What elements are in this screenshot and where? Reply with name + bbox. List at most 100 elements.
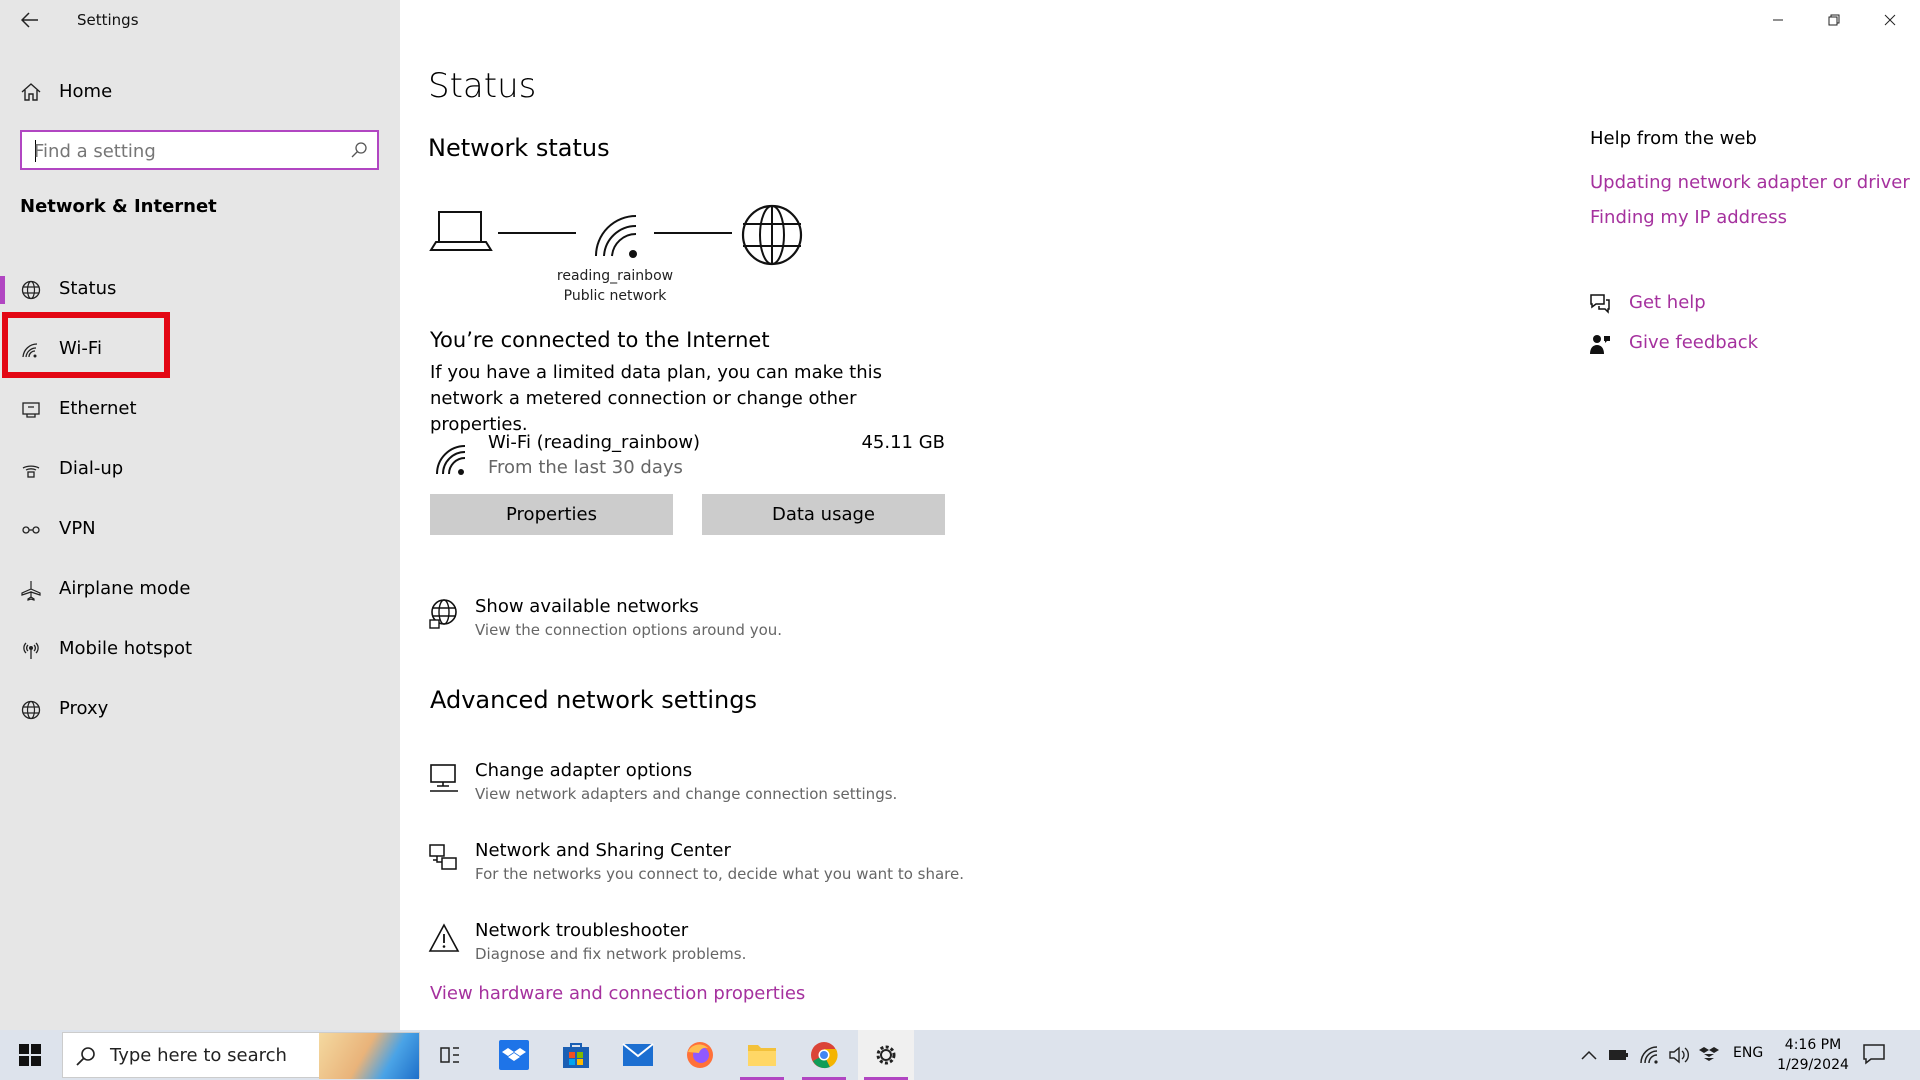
sidebar-item-label: Mobile hotspot bbox=[59, 638, 193, 659]
sidebar-item-label: Airplane mode bbox=[59, 578, 191, 599]
data-usage-button[interactable]: Data usage bbox=[702, 494, 945, 535]
volume-icon bbox=[1669, 1046, 1689, 1064]
sidebar-item-label: Dial-up bbox=[59, 458, 124, 479]
globe-icon bbox=[21, 700, 41, 720]
search-icon bbox=[76, 1047, 95, 1066]
language-indicator[interactable]: ENG bbox=[1733, 1045, 1763, 1061]
wifi-icon bbox=[436, 445, 466, 475]
clock-time: 4:16 PM bbox=[1784, 1037, 1842, 1053]
taskbar-store[interactable] bbox=[548, 1030, 604, 1080]
taskbar-firefox[interactable] bbox=[672, 1030, 728, 1080]
network-status-header: Network status bbox=[428, 134, 610, 162]
section-header: Network & Internet bbox=[20, 196, 217, 217]
sidebar-item-vpn[interactable]: VPN bbox=[0, 500, 400, 560]
search-highlight-illustration bbox=[319, 1033, 419, 1079]
properties-button[interactable]: Properties bbox=[430, 494, 673, 535]
globe-icon bbox=[21, 280, 41, 300]
taskbar-mail[interactable] bbox=[610, 1030, 666, 1080]
help-link-updating-adapter[interactable]: Updating network adapter or driver bbox=[1590, 172, 1910, 193]
taskbar-chrome[interactable] bbox=[796, 1030, 852, 1080]
taskbar-search[interactable]: Type here to search bbox=[62, 1032, 420, 1079]
tray-battery[interactable] bbox=[1607, 1043, 1631, 1067]
back-button[interactable] bbox=[14, 6, 46, 34]
settings-search-box[interactable] bbox=[20, 130, 379, 170]
option-description: View the connection options around you. bbox=[475, 621, 783, 639]
network-sharing-center[interactable]: Network and Sharing Center For the netwo… bbox=[428, 840, 1028, 888]
minimize-icon bbox=[1773, 19, 1783, 21]
change-adapter-options[interactable]: Change adapter options View network adap… bbox=[428, 760, 1028, 808]
globe-network-icon bbox=[429, 599, 457, 629]
tray-dropbox[interactable] bbox=[1697, 1043, 1721, 1067]
dialup-icon bbox=[22, 465, 40, 478]
show-available-networks[interactable]: Show available networks View the connect… bbox=[428, 596, 1028, 644]
sidebar-item-airplane-mode[interactable]: Airplane mode bbox=[0, 560, 400, 620]
sidebar-item-mobile-hotspot[interactable]: Mobile hotspot bbox=[0, 620, 400, 680]
sidebar-item-status[interactable]: Status bbox=[0, 260, 400, 320]
app-title: Settings bbox=[77, 11, 139, 29]
start-button[interactable] bbox=[0, 1030, 60, 1080]
battery-icon bbox=[1609, 1050, 1628, 1060]
back-arrow-icon bbox=[21, 12, 38, 28]
network-name: reading_rainbow bbox=[556, 268, 674, 284]
folder-icon bbox=[748, 1045, 776, 1066]
wifi-connection-name: Wi-Fi (reading_rainbow) bbox=[488, 432, 701, 453]
sidebar: Settings Home Network & Internet Status … bbox=[0, 0, 400, 1030]
tray-overflow-button[interactable] bbox=[1577, 1043, 1601, 1067]
option-title: Show available networks bbox=[475, 596, 699, 617]
dropbox-icon bbox=[1699, 1047, 1719, 1061]
option-description: Diagnose and fix network problems. bbox=[475, 945, 747, 963]
restore-button[interactable] bbox=[1806, 0, 1862, 40]
tray-volume[interactable] bbox=[1667, 1043, 1691, 1067]
restore-icon bbox=[1828, 14, 1840, 26]
connected-description: If you have a limited data plan, you can… bbox=[430, 362, 883, 435]
network-type: Public network bbox=[563, 288, 667, 304]
help-link-finding-ip[interactable]: Finding my IP address bbox=[1590, 207, 1787, 228]
give-feedback-link[interactable]: Give feedback bbox=[1588, 330, 1808, 360]
advanced-settings-header: Advanced network settings bbox=[430, 686, 757, 714]
help-header: Help from the web bbox=[1590, 128, 1757, 149]
sidebar-home[interactable]: Home bbox=[0, 72, 400, 112]
option-title: Network and Sharing Center bbox=[475, 840, 731, 861]
firefox-icon bbox=[687, 1042, 713, 1068]
option-title: Network troubleshooter bbox=[475, 920, 689, 941]
get-help-label: Get help bbox=[1629, 292, 1706, 313]
get-help-link[interactable]: Get help bbox=[1588, 290, 1808, 320]
taskbar-clock[interactable]: 4:16 PM 1/29/2024 bbox=[1768, 1035, 1858, 1075]
minimize-button[interactable] bbox=[1750, 0, 1806, 40]
action-center-button[interactable] bbox=[1862, 1043, 1892, 1067]
warning-icon bbox=[428, 923, 460, 952]
sidebar-item-ethernet[interactable]: Ethernet bbox=[0, 380, 400, 440]
search-icon[interactable] bbox=[349, 140, 369, 160]
taskbar-dropbox[interactable] bbox=[486, 1030, 542, 1080]
find-setting-input[interactable] bbox=[34, 139, 334, 163]
view-hardware-properties-link[interactable]: View hardware and connection properties bbox=[430, 983, 805, 1004]
task-view-button[interactable] bbox=[422, 1030, 478, 1080]
option-title: Change adapter options bbox=[475, 760, 693, 781]
sidebar-item-label: Proxy bbox=[59, 698, 109, 719]
wifi-icon bbox=[1640, 1046, 1658, 1064]
taskbar-file-explorer[interactable] bbox=[734, 1030, 790, 1080]
network-troubleshooter[interactable]: Network troubleshooter Diagnose and fix … bbox=[428, 920, 1028, 968]
clock-date: 1/29/2024 bbox=[1777, 1057, 1849, 1073]
close-button[interactable] bbox=[1862, 0, 1918, 40]
taskbar: Type here to search ENG 4:16 PM 1/29/202… bbox=[0, 1030, 1920, 1080]
feedback-icon bbox=[1590, 335, 1610, 354]
usage-period: From the last 30 days bbox=[488, 457, 683, 478]
get-help-icon bbox=[1590, 294, 1610, 314]
notification-icon bbox=[1863, 1044, 1885, 1065]
close-icon bbox=[1884, 14, 1896, 26]
tray-wifi[interactable] bbox=[1637, 1043, 1661, 1067]
sidebar-nav: Status Wi-Fi Ethernet Dial-up VPN Airpla… bbox=[0, 260, 400, 740]
mail-icon bbox=[622, 1043, 654, 1066]
sidebar-item-label: Ethernet bbox=[59, 398, 137, 419]
taskbar-settings[interactable] bbox=[858, 1030, 914, 1080]
windows-logo-icon bbox=[19, 1044, 41, 1066]
vpn-icon bbox=[22, 526, 40, 534]
sidebar-item-dialup[interactable]: Dial-up bbox=[0, 440, 400, 500]
chrome-icon bbox=[811, 1042, 838, 1069]
sidebar-item-wifi[interactable]: Wi-Fi bbox=[0, 320, 400, 380]
ethernet-icon bbox=[22, 402, 40, 418]
sidebar-item-label: VPN bbox=[59, 518, 96, 539]
wifi-signal-icon bbox=[595, 215, 637, 258]
sidebar-item-proxy[interactable]: Proxy bbox=[0, 680, 400, 740]
